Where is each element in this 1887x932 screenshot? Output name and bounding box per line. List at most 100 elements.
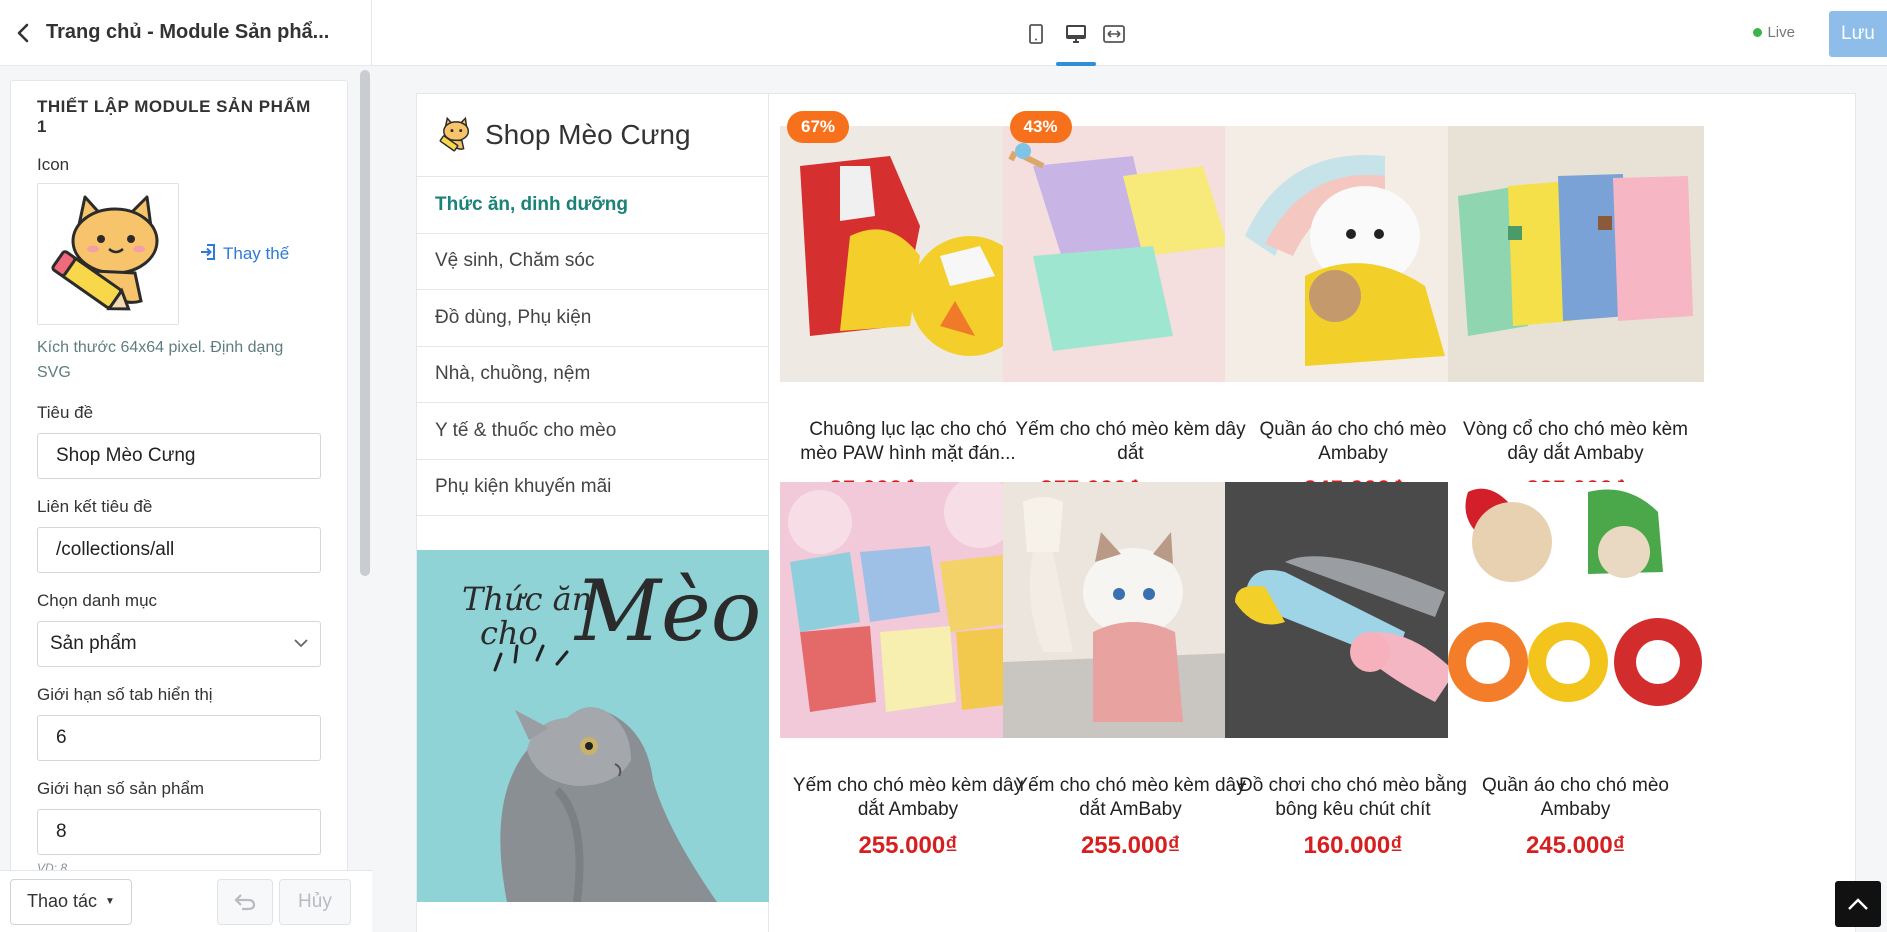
product-price: 160.000₫ [1303, 832, 1403, 859]
icon-preview[interactable] [37, 183, 179, 325]
category-tab[interactable]: Phụ kiện khuyến mãi [417, 460, 768, 516]
tab-limit-value: 6 [56, 727, 67, 748]
title-link-value: /collections/all [56, 539, 175, 560]
settings-panel: Trang chủ - Module Sản phẩ... THIẾT LẬP … [0, 0, 372, 932]
product-image[interactable] [1002, 126, 1259, 382]
title-input[interactable]: Shop Mèo Cưng [37, 433, 321, 479]
desktop-view-button[interactable] [1056, 14, 1096, 66]
undo-button[interactable] [216, 878, 273, 925]
desktop-icon [1066, 25, 1086, 43]
icon-label: Icon [37, 155, 70, 174]
product-name[interactable]: Quần áo cho chó mèo Ambaby [1225, 418, 1481, 466]
promo-banner[interactable]: Thức ăn cho Mèo [417, 550, 769, 902]
product-name[interactable]: Yếm cho chó mèo kèm dây dắt AmBaby [1003, 774, 1259, 822]
module-sidebar: Shop Mèo Cưng Thức ăn, dinh dưỡng Vệ sinh… [417, 94, 769, 932]
product-card[interactable]: Yếm cho chó mèo kèm dây dắt AmBaby 255.00… [1002, 482, 1259, 860]
product-name[interactable]: Đồ chơi cho chó mèo bằng bông kêu chút c… [1225, 774, 1481, 822]
product-limit-label: Giới hạn số sản phẩm [37, 779, 205, 798]
product-photo [1447, 482, 1704, 738]
cancel-button[interactable]: Hủy [278, 878, 351, 925]
title-label: Tiêu đề [37, 403, 94, 422]
panel-footer: Thao tác ▼ Hủy [0, 870, 372, 932]
replace-label: Thay thế [223, 244, 290, 263]
fullwidth-icon [1103, 25, 1125, 43]
panel-scrollbar[interactable] [360, 70, 370, 576]
product-name[interactable]: Yếm cho chó mèo kèm dây dắt Ambaby [780, 774, 1036, 822]
tab-limit-input[interactable]: 6 [37, 715, 321, 761]
chevron-up-icon [1848, 898, 1868, 910]
product-image[interactable] [780, 126, 1036, 382]
product-photo [1225, 482, 1481, 738]
import-icon [199, 243, 217, 266]
scroll-to-top-button[interactable] [1835, 881, 1881, 927]
product-photo [1002, 126, 1259, 382]
cat-mascot-icon [439, 116, 470, 152]
mobile-icon [1029, 24, 1043, 44]
product-name[interactable]: Yếm cho chó mèo kèm dây dắt [1003, 418, 1259, 466]
panel-title: Trang chủ - Module Sản phẩ... [46, 21, 330, 43]
product-limit-input[interactable]: 8 [37, 809, 321, 855]
product-image[interactable] [1447, 482, 1704, 738]
discount-badge: 67% [787, 111, 849, 143]
product-card[interactable]: Quần áo cho chó mèo Ambaby245.000₫ [1447, 482, 1704, 860]
live-dot-icon [1753, 28, 1763, 37]
category-tab[interactable]: Thức ăn, dinh dưỡng [417, 177, 768, 234]
product-card[interactable]: Quần áo cho chó mèo Ambaby245.000₫ [1225, 126, 1481, 504]
module-title[interactable]: Shop Mèo Cưng [485, 119, 691, 151]
product-card[interactable]: Đồ chơi cho chó mèo bằng bông kêu chút c… [1225, 482, 1481, 860]
mobile-view-button[interactable] [1016, 14, 1056, 54]
category-tab[interactable]: Đồ dùng, Phụ kiện [417, 290, 768, 347]
product-price: 255.000₫ [858, 832, 958, 859]
category-select-value: Sản phẩm [50, 633, 137, 654]
category-select[interactable]: Sản phẩm [37, 621, 321, 667]
product-image[interactable] [1225, 126, 1481, 382]
title-link-input[interactable]: /collections/all [37, 527, 321, 573]
product-card[interactable]: 43%Yếm cho chó mèo kèm dây dắt255.000₫45… [1002, 111, 1259, 504]
panel-header: Trang chủ - Module Sản phẩ... [0, 0, 371, 66]
fullwidth-view-button[interactable] [1094, 14, 1134, 54]
product-card[interactable]: Vòng cổ cho chó mèo kèm dây dắt Ambaby22… [1447, 126, 1704, 504]
back-arrow-icon[interactable] [12, 22, 34, 44]
title-input-value: Shop Mèo Cưng [56, 445, 196, 466]
actions-label: Thao tác [27, 891, 98, 911]
product-prices: 160.000₫ [1225, 832, 1481, 860]
undo-icon [234, 893, 256, 910]
product-card[interactable]: 67% Chuông lục lạc cho chó mèo PAW hình m… [780, 111, 1036, 504]
category-tab[interactable]: Vệ sinh, Chăm sóc [417, 234, 768, 290]
actions-dropdown-button[interactable]: Thao tác ▼ [10, 878, 132, 925]
category-tab-list: Thức ăn, dinh dưỡng Vệ sinh, Chăm sóc Đồ d… [417, 177, 768, 516]
product-photo [780, 482, 1036, 738]
product-price: 255.000₫ [1080, 832, 1181, 859]
product-name[interactable]: Vòng cổ cho chó mèo kèm dây dắt Ambaby [1448, 418, 1704, 466]
module-header[interactable]: Shop Mèo Cưng [417, 94, 768, 177]
product-prices: 255.000₫ [1003, 832, 1259, 860]
product-prices: 255.000₫ [780, 832, 1036, 860]
product-limit-value: 8 [56, 821, 67, 842]
category-tab[interactable]: Nhà, chuồng, nệm [417, 347, 768, 403]
live-status[interactable]: Live [1753, 24, 1795, 41]
settings-scroll-area[interactable]: THIẾT LẬP MODULE SẢN PHẨM 1 Icon Thay th… [0, 66, 372, 870]
product-image[interactable] [1447, 126, 1704, 382]
product-photo [780, 126, 1036, 382]
save-button[interactable]: Lưu [1829, 11, 1887, 57]
product-photo [1447, 126, 1704, 382]
caret-down-icon: ▼ [105, 896, 115, 907]
live-label: Live [1767, 24, 1795, 41]
cat-mascot-icon [51, 195, 159, 311]
product-name[interactable]: Quần áo cho chó mèo Ambaby [1448, 774, 1704, 822]
product-image[interactable] [1225, 482, 1481, 738]
card-title: THIẾT LẬP MODULE SẢN PHẨM 1 [37, 97, 311, 136]
discount-badge: 43% [1009, 111, 1072, 143]
cat-photo [493, 644, 717, 902]
product-module: Shop Mèo Cưng Thức ăn, dinh dưỡng Vệ sinh… [416, 93, 1856, 932]
product-image[interactable] [780, 482, 1036, 738]
product-image[interactable] [1002, 482, 1259, 738]
chevron-down-icon [294, 635, 308, 653]
module-settings-card: THIẾT LẬP MODULE SẢN PHẨM 1 Icon Thay th… [10, 80, 348, 870]
category-tab[interactable]: Y tế & thuốc cho mèo [417, 403, 768, 460]
product-card[interactable]: Yếm cho chó mèo kèm dây dắt Ambaby 255.00… [780, 482, 1036, 860]
replace-icon-link[interactable]: Thay thế [199, 243, 289, 266]
tab-limit-label: Giới hạn số tab hiển thị [37, 685, 213, 704]
editor-topbar: Live Lưu [372, 0, 1887, 66]
product-name[interactable]: Chuông lục lạc cho chó mèo PAW hình mặt … [780, 418, 1036, 466]
